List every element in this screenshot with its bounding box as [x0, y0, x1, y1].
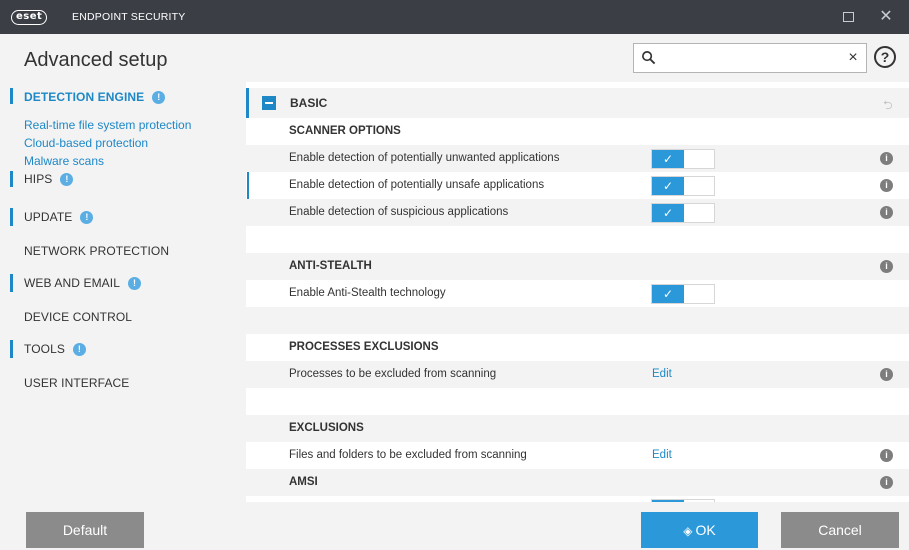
sidebar-subitem-cloud-protection[interactable]: Cloud-based protection [24, 136, 148, 150]
eset-logo: eset [11, 10, 48, 25]
alert-badge-icon: ! [128, 277, 141, 291]
footer: Default ◈ OK Cancel [0, 502, 909, 550]
info-icon[interactable]: i [880, 206, 893, 219]
sidebar-item-network-protection[interactable]: NETWORK PROTECTION [0, 240, 169, 262]
search-icon [642, 51, 656, 65]
section-header-row: ANTI-STEALTH i [246, 253, 909, 280]
help-icon[interactable]: ? [874, 46, 896, 68]
spacer-row [246, 226, 909, 253]
suspicious-detection-toggle[interactable]: ✓ [651, 203, 715, 223]
sidebar-item-device-control[interactable]: DEVICE CONTROL [0, 306, 132, 328]
sidebar-item-update[interactable]: UPDATE! [0, 206, 94, 228]
sidebar-item-tools[interactable]: TOOLS! [0, 338, 86, 360]
pua-detection-toggle[interactable]: ✓ [651, 149, 715, 169]
basic-section-header[interactable]: BASIC ⮌ [246, 88, 909, 118]
setting-row: Processes to be excluded from scanning E… [246, 361, 909, 388]
sidebar-item-hips[interactable]: HIPS! [0, 168, 74, 190]
info-icon[interactable]: i [880, 260, 893, 273]
processes-exclusions-title: PROCESSES EXCLUSIONS [289, 341, 439, 353]
settings-panel: BASIC ⮌ SCANNER OPTIONS Enable detection… [246, 82, 909, 502]
toggle-check-icon: ✓ [652, 204, 684, 222]
alert-badge-icon: ! [152, 91, 166, 105]
sidebar-item-user-interface[interactable]: USER INTERFACE [0, 372, 129, 394]
setting-row: Enable detection of suspicious applicati… [246, 199, 909, 226]
page-title: Advanced setup [24, 49, 168, 71]
anti-stealth-title: ANTI-STEALTH [289, 260, 372, 272]
info-icon[interactable]: i [880, 368, 893, 381]
sidebar-item-detection-engine[interactable]: DETECTION ENGINE! [0, 86, 166, 108]
setting-label: Enable detection of suspicious applicati… [289, 206, 509, 218]
sidebar-item-label: DETECTION ENGINE [24, 90, 145, 104]
sidebar-item-web-and-email[interactable]: WEB AND EMAIL! [0, 272, 141, 294]
default-button[interactable]: Default [26, 512, 144, 548]
edit-exclusions-link[interactable]: Edit [652, 449, 672, 461]
title-bar: eset ENDPOINT SECURITY ✕ [0, 0, 909, 34]
alert-badge-icon: ! [80, 211, 94, 225]
ok-button-label: OK [695, 522, 716, 538]
ok-button[interactable]: ◈ OK [641, 512, 758, 548]
section-header-row: SCANNER OPTIONS [246, 118, 909, 145]
spacer-row [246, 388, 909, 415]
basic-section-label: BASIC [290, 96, 328, 110]
sidebar-item-label: NETWORK PROTECTION [24, 244, 170, 258]
shield-icon: ◈ [683, 524, 693, 538]
unsafe-detection-toggle[interactable]: ✓ [651, 176, 715, 196]
info-icon[interactable]: i [880, 476, 893, 489]
setting-label: Enable Anti-Stealth technology [289, 287, 446, 299]
spacer-row [246, 307, 909, 334]
collapse-icon[interactable] [262, 96, 276, 110]
sidebar-item-label: WEB AND EMAIL [24, 276, 120, 290]
setting-row: Enable detection of potentially unsafe a… [246, 172, 909, 199]
toggle-check-icon: ✓ [652, 177, 684, 195]
anti-stealth-toggle[interactable]: ✓ [651, 284, 715, 304]
search-input[interactable] [662, 48, 832, 68]
setting-row: Files and folders to be excluded from sc… [246, 442, 909, 469]
setting-row: Enable detection of potentially unwanted… [246, 145, 909, 172]
search-box[interactable]: × [633, 43, 867, 73]
toggle-check-icon: ✓ [652, 150, 684, 168]
setting-label: Enable detection of potentially unsafe a… [289, 179, 545, 191]
maximize-icon[interactable] [843, 12, 854, 22]
section-header-row: AMSI i [246, 469, 909, 496]
section-header-row: PROCESSES EXCLUSIONS [246, 334, 909, 361]
info-icon[interactable]: i [880, 449, 893, 462]
sidebar-item-label: USER INTERFACE [24, 376, 130, 390]
product-name: ENDPOINT SECURITY [72, 11, 186, 23]
exclusions-title: EXCLUSIONS [289, 422, 364, 434]
setting-label: Files and folders to be excluded from sc… [289, 449, 527, 461]
alert-badge-icon: ! [72, 343, 86, 357]
scanner-options-title: SCANNER OPTIONS [289, 125, 401, 137]
sidebar-item-label: UPDATE [24, 210, 73, 224]
sidebar-item-label: DEVICE CONTROL [24, 310, 133, 324]
cancel-button[interactable]: Cancel [781, 512, 899, 548]
setting-label: Enable detection of potentially unwanted… [289, 152, 560, 164]
sidebar-subitem-realtime-protection[interactable]: Real-time file system protection [24, 118, 191, 132]
setting-label: Processes to be excluded from scanning [289, 368, 497, 380]
alert-badge-icon: ! [60, 173, 74, 187]
clear-search-icon[interactable]: × [844, 48, 862, 68]
toggle-check-icon: ✓ [652, 285, 684, 303]
edit-processes-link[interactable]: Edit [652, 368, 672, 380]
sidebar-item-label: TOOLS [24, 342, 65, 356]
sidebar-subitem-malware-scans[interactable]: Malware scans [24, 154, 104, 168]
header: Advanced setup × ? [0, 34, 909, 82]
section-header-row: EXCLUSIONS [246, 415, 909, 442]
info-icon[interactable]: i [880, 179, 893, 192]
sidebar: DETECTION ENGINE! Real-time file system … [0, 82, 246, 502]
amsi-title: AMSI [289, 476, 318, 488]
sidebar-item-label: HIPS [24, 172, 53, 186]
close-icon[interactable]: ✕ [877, 7, 895, 27]
setting-row: Enable Anti-Stealth technology ✓ [246, 280, 909, 307]
info-icon[interactable]: i [880, 152, 893, 165]
revert-icon[interactable]: ⮌ [883, 96, 893, 117]
